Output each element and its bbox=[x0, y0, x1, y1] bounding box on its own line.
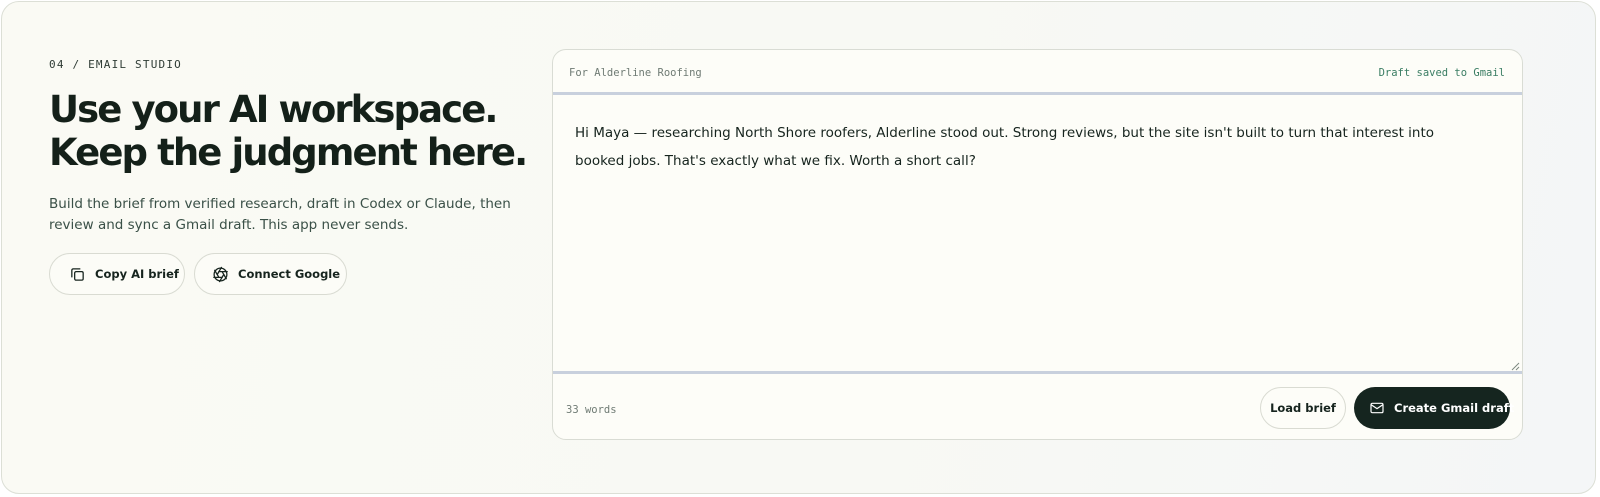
draft-status: Draft saved to Gmail bbox=[1378, 67, 1505, 79]
create-gmail-draft-button[interactable]: Create Gmail draft bbox=[1354, 387, 1514, 429]
copy-ai-brief-button[interactable]: Copy AI brief bbox=[49, 253, 185, 295]
aperture-icon bbox=[213, 266, 228, 282]
word-count: 33 words bbox=[566, 404, 617, 416]
connect-google-label: Connect Google bbox=[238, 267, 341, 281]
connect-google-button[interactable]: Connect Google bbox=[194, 253, 347, 295]
mail-icon bbox=[1370, 402, 1384, 414]
section-description: Build the brief from verified research, … bbox=[49, 194, 519, 236]
email-body-line-2: booked jobs. That's exactly what we fix.… bbox=[575, 153, 976, 169]
email-body-line-1: Hi Maya — researching North Shore roofer… bbox=[575, 125, 1435, 141]
copy-ai-brief-label: Copy AI brief bbox=[95, 267, 179, 281]
create-gmail-draft-label: Create Gmail draft bbox=[1394, 401, 1515, 415]
section-description-line-1: Build the brief from verified research, … bbox=[49, 196, 511, 212]
load-brief-button[interactable]: Load brief bbox=[1260, 387, 1346, 429]
copy-icon bbox=[71, 267, 84, 281]
page-title-line-1: Use your AI workspace. bbox=[49, 88, 498, 131]
draft-footer: 33 words Load brief Create Gmail draft bbox=[553, 371, 1522, 439]
draft-header: For Alderline Roofing Draft saved to Gma… bbox=[553, 50, 1522, 95]
page-title-line-2: Keep the judgment here. bbox=[49, 131, 528, 174]
draft-recipient: For Alderline Roofing bbox=[569, 67, 702, 79]
section-eyebrow: 04 / EMAIL STUDIO bbox=[49, 58, 182, 71]
section-description-line-2: review and sync a Gmail draft. This app … bbox=[49, 217, 409, 233]
resize-handle-icon[interactable] bbox=[1510, 361, 1520, 371]
load-brief-label: Load brief bbox=[1270, 401, 1336, 415]
email-studio-card: 04 / EMAIL STUDIO Use your AI workspace.… bbox=[1, 1, 1596, 494]
email-body-textarea[interactable]: Hi Maya — researching North Shore roofer… bbox=[575, 119, 1515, 175]
page-title: Use your AI workspace. Keep the judgment… bbox=[49, 88, 529, 174]
email-draft-panel: For Alderline Roofing Draft saved to Gma… bbox=[552, 49, 1523, 440]
